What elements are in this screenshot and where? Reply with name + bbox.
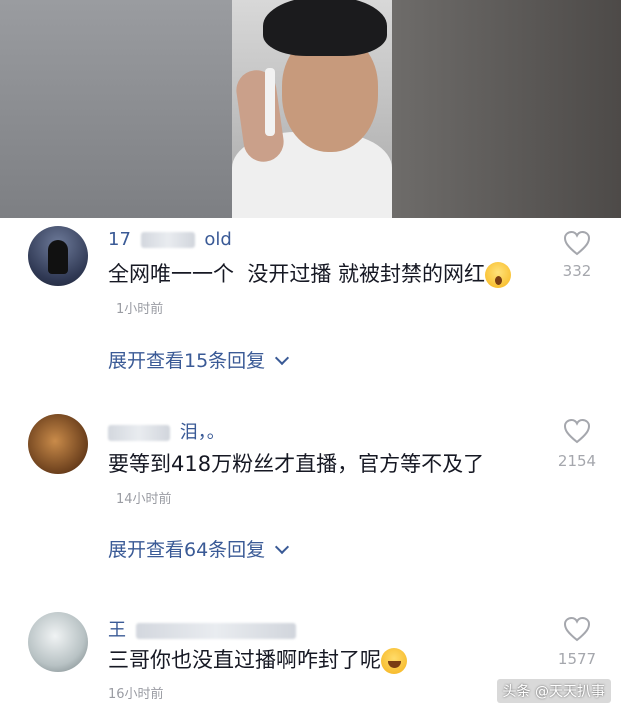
chevron-down-icon — [275, 350, 290, 366]
avatar[interactable] — [28, 414, 88, 474]
username-blur — [108, 425, 170, 441]
username-visible-part: 17 — [108, 229, 131, 250]
phone-icon — [265, 68, 275, 136]
heart-icon[interactable] — [563, 616, 591, 642]
crying-emoji-icon — [381, 648, 407, 674]
comment-text[interactable]: 全网唯一一个 没开过播 就被封禁的网红 1小时前 — [108, 257, 538, 327]
scream-emoji-icon — [485, 262, 512, 288]
comment-time: 14小时前 — [116, 492, 172, 507]
comment-time: 16小时前 — [108, 687, 164, 702]
avatar[interactable] — [28, 226, 88, 286]
video-background-right — [392, 0, 621, 218]
username-visible-part: 王 — [108, 620, 126, 641]
comment-text[interactable]: 要等到418万粉丝才直播，官方等不及了 14小时前 — [108, 447, 538, 517]
username-blur — [135, 623, 296, 639]
expand-replies-button[interactable]: 展开查看64条回复 — [108, 535, 290, 562]
username-suffix: old — [204, 229, 232, 250]
heart-icon[interactable] — [563, 230, 591, 256]
expand-replies-button[interactable]: 展开查看15条回复 — [108, 346, 290, 373]
video-background-left — [0, 0, 232, 218]
chevron-down-icon — [275, 539, 290, 555]
expand-replies-label: 展开查看15条回复 — [108, 350, 266, 372]
comment-username[interactable]: 泪，。 — [108, 418, 225, 444]
avatar-silhouette — [48, 240, 68, 274]
comment-username[interactable]: 17 old — [108, 229, 232, 250]
comment-text[interactable]: 三哥你也没直过播啊咋封了呢 — [108, 643, 538, 678]
expand-replies-label: 展开查看64条回复 — [108, 539, 266, 561]
watermark: 头条 @天天扒事 — [496, 679, 611, 703]
comment-body: 要等到418万粉丝才直播，官方等不及了 — [108, 452, 485, 476]
video-preview[interactable] — [0, 0, 621, 218]
username-blur — [140, 232, 195, 248]
like-count: 332 — [562, 262, 592, 280]
heart-icon[interactable] — [563, 418, 591, 444]
person-hair — [263, 0, 387, 56]
comment-time: 1小时前 — [116, 302, 164, 317]
comment-body: 三哥你也没直过播啊咋封了呢 — [108, 648, 381, 672]
like-count: 2154 — [557, 452, 597, 470]
like-count: 1577 — [557, 650, 597, 668]
username-suffix: 泪，。 — [179, 422, 225, 443]
comment-body: 全网唯一一个 没开过播 就被封禁的网红 — [108, 262, 486, 286]
comment-username[interactable]: 王 — [108, 616, 296, 642]
avatar[interactable] — [28, 612, 88, 672]
